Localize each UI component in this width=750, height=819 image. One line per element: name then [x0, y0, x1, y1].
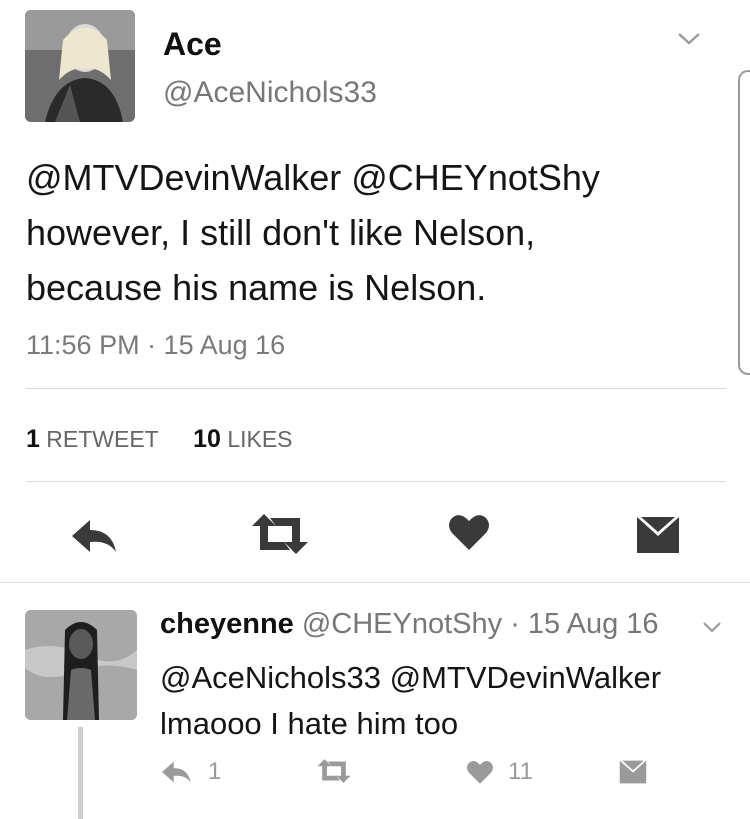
envelope-icon: [619, 760, 647, 784]
like-button[interactable]: 11: [466, 758, 533, 786]
display-name[interactable]: Ace: [163, 26, 222, 63]
reply-header: cheyenne @CHEYnotShy · 15 Aug 16: [160, 608, 659, 641]
reply-text: @AceNichols33 @MTVDevinWalker lmaooo I h…: [160, 655, 720, 747]
retweet-button[interactable]: [316, 758, 352, 784]
tweet-timestamp: 11:56 PM · 15 Aug 16: [26, 330, 286, 360]
avatar[interactable]: [25, 10, 135, 122]
tweet-text-line: @MTVDevinWalker @CHEYnotShy: [26, 157, 600, 198]
direct-message-button[interactable]: [636, 516, 680, 554]
chevron-down-icon[interactable]: [702, 620, 722, 634]
like-button[interactable]: [448, 512, 490, 552]
tweet-text-line: however, I still don't like Nelson,: [26, 212, 536, 253]
tweet-stats: 1 RETWEET 10 LIKES: [26, 425, 293, 454]
tweet-text-line: because his name is Nelson.: [26, 267, 487, 308]
user-handle-date[interactable]: @CHEYnotShy · 15 Aug 16: [302, 608, 659, 640]
reply-icon: [72, 520, 116, 552]
reply-button[interactable]: [70, 516, 120, 556]
like-label: LIKES: [227, 426, 293, 452]
heart-icon: [449, 515, 489, 550]
reply-button[interactable]: 1: [160, 758, 221, 786]
tweet-text-line: @AceNichols33 @MTVDevinWalker: [160, 660, 662, 695]
retweet-icon: [252, 514, 308, 554]
like-stat[interactable]: 10 LIKES: [193, 425, 293, 453]
heart-icon: [467, 761, 493, 784]
chevron-down-icon[interactable]: [676, 30, 702, 48]
tweet-text-line: lmaooo I hate him too: [160, 706, 459, 741]
like-count: 11: [508, 758, 533, 785]
avatar[interactable]: [25, 610, 137, 720]
retweet-label: RETWEET: [46, 426, 159, 452]
envelope-icon: [637, 517, 679, 553]
retweet-stat[interactable]: 1 RETWEET: [26, 425, 159, 453]
scrollbar[interactable]: [738, 70, 750, 375]
display-name[interactable]: cheyenne: [160, 608, 294, 640]
thread-line: [78, 727, 83, 819]
retweet-button[interactable]: [250, 512, 310, 556]
divider: [26, 481, 726, 482]
divider: [0, 582, 750, 583]
user-handle[interactable]: @AceNichols33: [163, 76, 377, 110]
tweet-text: @MTVDevinWalker @CHEYnotShy however, I s…: [26, 150, 716, 315]
retweet-count: 1: [26, 425, 40, 453]
reply-count: 1: [208, 758, 222, 785]
direct-message-button[interactable]: [618, 760, 648, 784]
like-count: 10: [193, 425, 221, 453]
reply-icon: [162, 761, 191, 783]
retweet-icon: [317, 759, 351, 783]
divider: [26, 388, 726, 389]
